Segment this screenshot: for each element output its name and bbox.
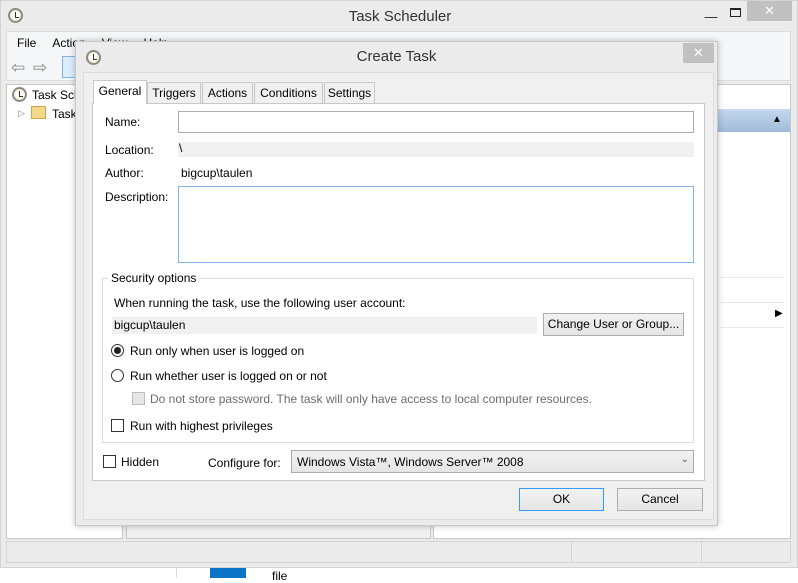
maximize-icon[interactable] <box>730 8 741 17</box>
background-text: file <box>272 569 288 583</box>
configure-for-label: Configure for: <box>208 456 281 470</box>
name-input[interactable] <box>178 111 694 133</box>
folder-icon <box>31 106 46 119</box>
location-label: Location: <box>105 143 154 157</box>
clock-icon <box>12 87 27 102</box>
tab-actions[interactable]: Actions <box>202 82 253 103</box>
highest-privileges-checkbox[interactable] <box>111 419 124 432</box>
account-value: bigcup\taulen <box>112 317 537 334</box>
chevron-down-icon: ⌄ <box>680 454 689 465</box>
app-icon <box>210 568 246 578</box>
tab-conditions[interactable]: Conditions <box>254 82 323 103</box>
tree-library[interactable]: Task <box>52 107 77 121</box>
dialog-title: Create Task <box>356 48 437 65</box>
tab-general[interactable]: General <box>93 80 147 104</box>
forward-arrow-icon[interactable]: ⇨ <box>33 58 47 78</box>
submenu-arrow-icon[interactable]: ▶ <box>775 308 783 319</box>
background-area <box>176 568 798 578</box>
window-title: Task Scheduler <box>348 8 452 25</box>
dialog-close-icon[interactable]: ✕ <box>683 43 714 63</box>
security-legend: Security options <box>108 271 200 285</box>
author-label: Author: <box>105 166 144 180</box>
ok-button[interactable]: OK <box>519 488 604 511</box>
run-logged-on-radio[interactable] <box>111 344 124 357</box>
no-store-password-label: Do not store password. The task will onl… <box>150 392 592 406</box>
account-prompt: When running the task, use the following… <box>114 296 406 310</box>
configure-for-value: Windows Vista™, Windows Server™ 2008 <box>297 455 524 469</box>
no-store-password-checkbox <box>132 392 145 405</box>
run-whether-radio[interactable] <box>111 369 124 382</box>
highest-privileges-label[interactable]: Run with highest privileges <box>130 419 273 433</box>
change-user-button[interactable]: Change User or Group... <box>543 313 684 336</box>
status-bar <box>6 541 791 563</box>
cancel-button[interactable]: Cancel <box>617 488 703 511</box>
collapse-up-icon[interactable]: ▲ <box>772 114 782 125</box>
configure-for-select[interactable]: Windows Vista™, Windows Server™ 2008 ⌄ <box>291 450 694 473</box>
tab-settings[interactable]: Settings <box>324 82 375 103</box>
tree-root[interactable]: Task Sch <box>32 88 81 102</box>
back-arrow-icon[interactable]: ⇦ <box>11 58 25 78</box>
menu-file[interactable]: File <box>17 36 36 50</box>
name-label: Name: <box>105 115 141 129</box>
location-value: \ <box>178 142 694 157</box>
close-icon[interactable]: ✕ <box>747 1 792 21</box>
author-value: bigcup\taulen <box>181 166 253 180</box>
hidden-checkbox[interactable] <box>103 455 116 468</box>
tab-triggers[interactable]: Triggers <box>147 82 201 103</box>
hidden-label[interactable]: Hidden <box>121 455 159 469</box>
minimize-icon[interactable]: — <box>701 7 721 27</box>
description-label: Description: <box>105 190 169 204</box>
run-logged-on-label[interactable]: Run only when user is logged on <box>130 344 304 358</box>
expand-icon[interactable]: ▷ <box>18 108 25 119</box>
run-whether-label[interactable]: Run whether user is logged on or not <box>130 369 327 383</box>
description-textarea[interactable] <box>178 186 694 263</box>
